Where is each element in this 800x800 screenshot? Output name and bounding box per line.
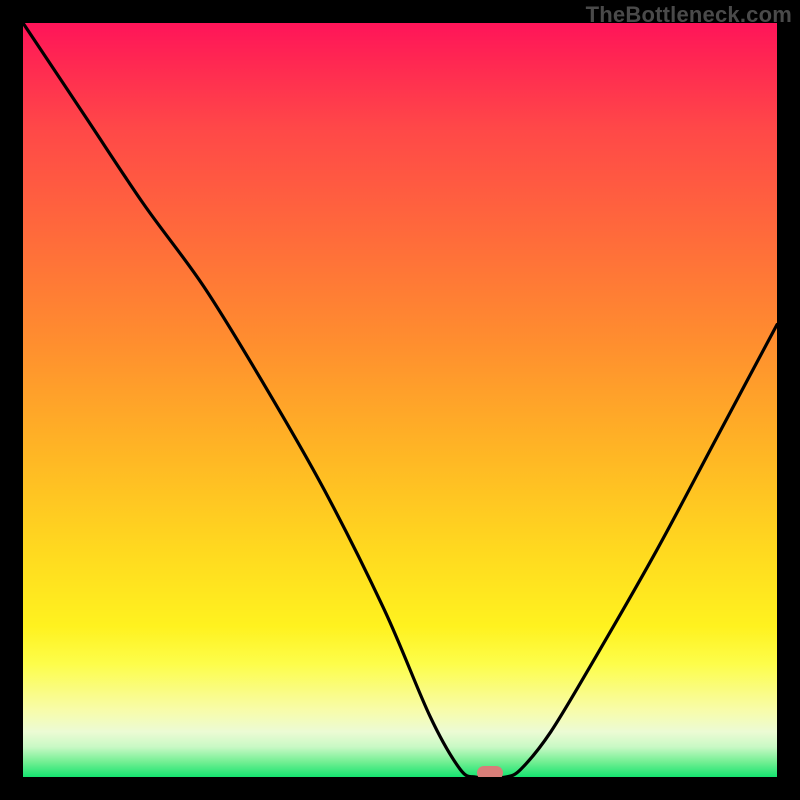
curve-path — [23, 23, 777, 777]
plot-area — [23, 23, 777, 777]
chart-frame: TheBottleneck.com — [0, 0, 800, 800]
watermark-text: TheBottleneck.com — [586, 2, 792, 28]
bottleneck-curve — [23, 23, 777, 777]
minimum-marker — [477, 766, 503, 777]
